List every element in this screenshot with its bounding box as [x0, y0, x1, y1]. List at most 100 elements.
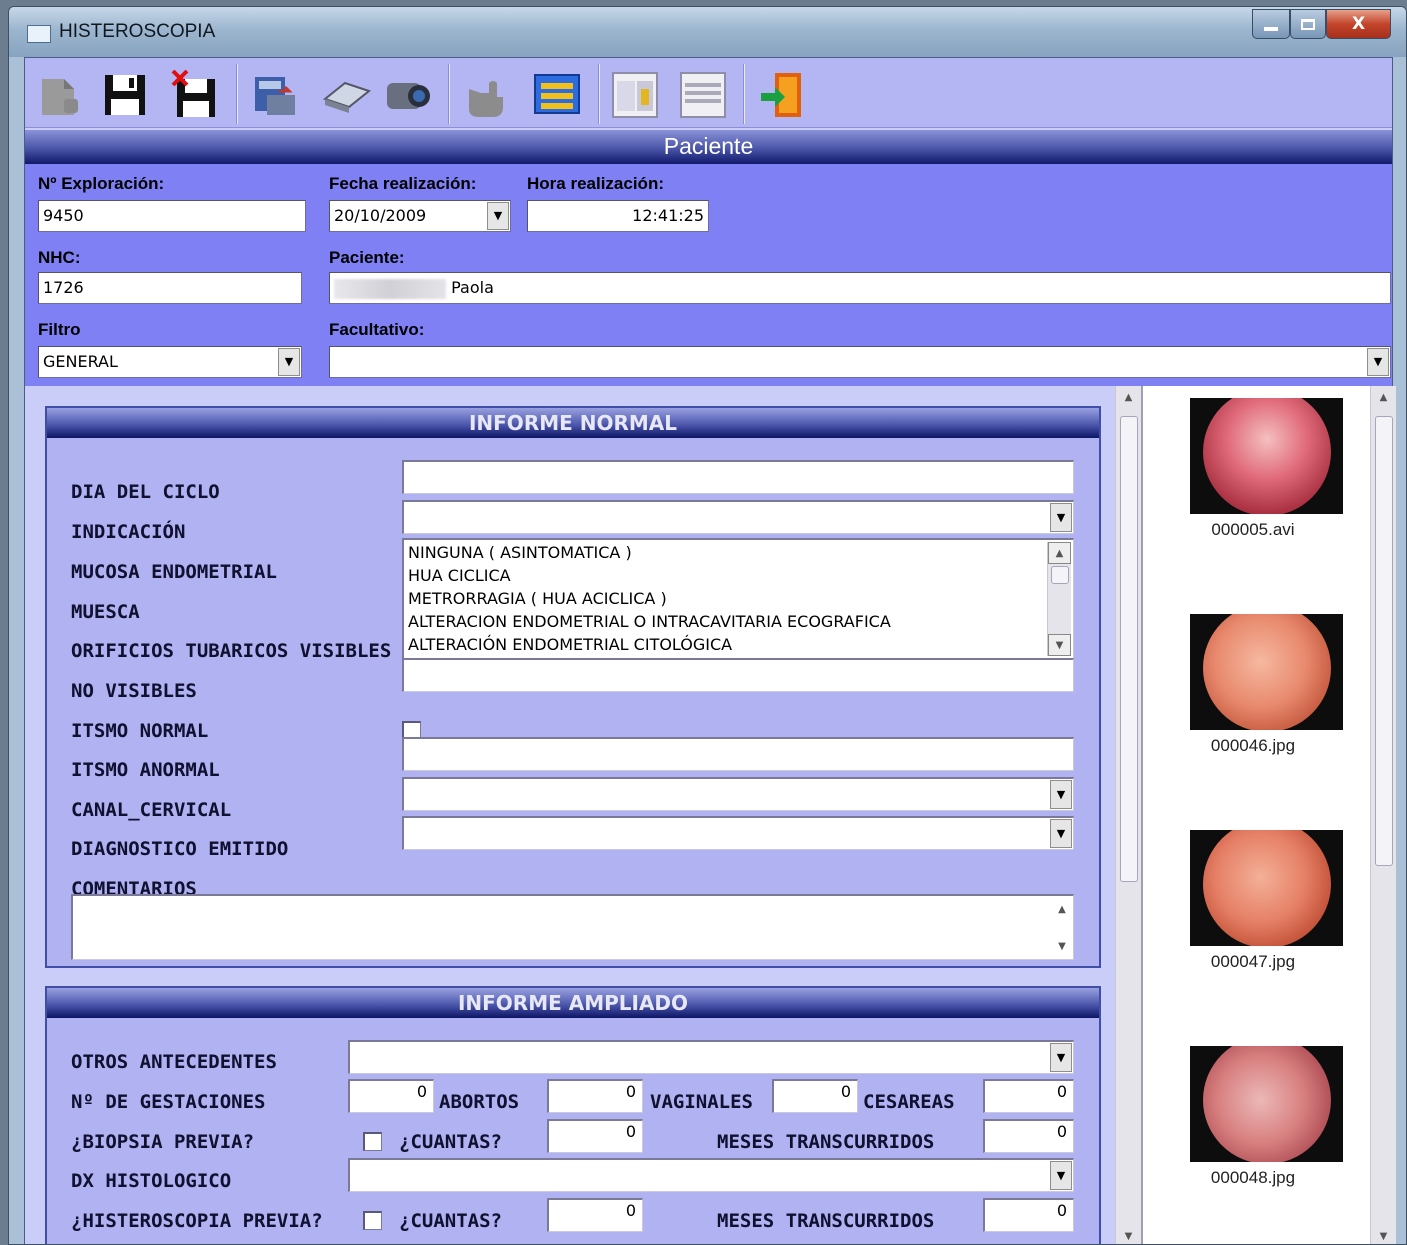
indicacion-label: INDICACIÓN — [71, 521, 186, 543]
fecha-picker[interactable]: 20/10/2009 ▼ — [329, 200, 511, 232]
chevron-up-icon[interactable]: ▲ — [1116, 386, 1141, 408]
new-button[interactable] — [30, 68, 90, 122]
window-list-button[interactable] — [673, 68, 733, 122]
nhc-field[interactable]: 1726 — [38, 272, 302, 304]
media-thumbnail[interactable] — [1190, 1046, 1343, 1162]
maximize-button[interactable] — [1290, 9, 1326, 39]
filtro-select[interactable]: GENERAL ▼ — [38, 346, 302, 378]
title-bar[interactable]: HISTEROSCOPIA X — [9, 7, 1406, 57]
list-scrollbar[interactable]: ▲ ▼ — [1047, 542, 1071, 656]
no-visibles-field[interactable] — [402, 658, 1074, 692]
chevron-down-icon[interactable]: ▼ — [1050, 1161, 1072, 1190]
window-tile-button[interactable] — [605, 68, 665, 122]
chevron-down-icon[interactable]: ▼ — [1051, 935, 1073, 957]
chevron-down-icon[interactable]: ▼ — [1050, 780, 1072, 809]
list-item[interactable]: METRORRAGIA ( HUA ACICLICA ) — [408, 587, 891, 610]
scanner-button[interactable] — [317, 68, 377, 122]
main-content: Paciente Nº Exploración: 9450 Fecha real… — [24, 57, 1396, 1244]
dx-histologico-select[interactable]: ▼ — [348, 1158, 1074, 1192]
toolbar-separator — [598, 64, 600, 124]
hand-button[interactable] — [455, 68, 515, 122]
list-item[interactable]: NINGUNA ( ASINTOMATICA ) — [408, 541, 891, 564]
hysteroscopy-image — [1203, 614, 1331, 730]
otros-antecedentes-select[interactable]: ▼ — [348, 1040, 1074, 1074]
biopsia-cuantas-field[interactable]: 0 — [547, 1119, 643, 1153]
gallery-scrollbar[interactable]: ▲ ▼ — [1370, 386, 1396, 1244]
exit-door-icon — [761, 73, 801, 117]
hist-cuantas-field[interactable]: 0 — [547, 1198, 643, 1232]
media-thumbnail[interactable] — [1190, 614, 1343, 730]
media-thumbnail[interactable] — [1190, 398, 1343, 514]
biopsia-meses-field[interactable]: 0 — [983, 1119, 1074, 1153]
patient-surname-redacted — [334, 278, 446, 299]
close-button[interactable]: X — [1326, 9, 1391, 39]
diagnostico-select[interactable]: ▼ — [402, 816, 1074, 850]
report-scroll-area[interactable]: INFORME NORMAL DIA DEL CICLO INDICACIÓN … — [25, 386, 1115, 1244]
facultativo-select[interactable]: ▼ — [329, 346, 1391, 378]
chevron-down-icon[interactable]: ▼ — [1371, 1225, 1396, 1244]
chevron-down-icon[interactable]: ▼ — [1050, 819, 1072, 848]
gallery-scroll-thumb[interactable] — [1375, 416, 1393, 866]
save-cancel-icon — [171, 69, 215, 117]
exploracion-field[interactable]: 9450 — [38, 200, 306, 232]
chevron-up-icon[interactable]: ▲ — [1048, 542, 1071, 564]
window-app-icon — [27, 25, 51, 43]
report-scroll-thumb[interactable] — [1120, 416, 1138, 882]
media-thumbnail[interactable] — [1190, 830, 1343, 946]
hysteroscopy-image — [1203, 398, 1331, 514]
chevron-up-icon[interactable]: ▲ — [1051, 898, 1073, 920]
dx-histologico-label: DX HISTOLOGICO — [71, 1170, 232, 1192]
itsmo-anormal-field[interactable] — [402, 737, 1074, 771]
chevron-down-icon[interactable]: ▼ — [487, 202, 509, 230]
media-filename: 000048.jpg — [1210, 1168, 1296, 1187]
chevron-down-icon[interactable]: ▼ — [1050, 503, 1072, 532]
cesareas-field[interactable]: 0 — [983, 1079, 1074, 1113]
indicacion-select[interactable]: ▼ — [402, 500, 1074, 534]
scanner-icon — [322, 81, 372, 113]
comentarios-textarea[interactable]: ▲ ▼ — [71, 894, 1074, 960]
list-item[interactable]: HUA CICLICA — [408, 564, 891, 587]
informe-normal-title: INFORME NORMAL — [47, 408, 1099, 438]
media-filename: 000005.avi — [1211, 520, 1295, 539]
chevron-up-icon[interactable]: ▲ — [1371, 386, 1396, 408]
list-item[interactable]: ALTERACIÓN ENDOMETRIAL CITOLÓGICA — [408, 633, 891, 656]
indicacion-options-list[interactable]: NINGUNA ( ASINTOMATICA ) HUA CICLICA MET… — [402, 538, 1074, 660]
minimize-button[interactable] — [1252, 9, 1290, 39]
filtro-value: GENERAL — [43, 352, 118, 371]
biopsia-checkbox[interactable] — [363, 1132, 382, 1151]
comentarios-scrollbar[interactable]: ▲ ▼ — [1051, 896, 1073, 959]
paciente-field[interactable]: Paola — [329, 272, 1391, 304]
dia-ciclo-field[interactable] — [402, 460, 1074, 494]
hora-field[interactable]: 12:41:25 — [527, 200, 709, 232]
save-icon — [105, 75, 145, 115]
list-scroll-thumb[interactable] — [1051, 566, 1069, 584]
itsmo-anormal-label: ITSMO ANORMAL — [71, 759, 220, 781]
vaginales-field[interactable]: 0 — [772, 1079, 858, 1113]
gestaciones-field[interactable]: 0 — [348, 1079, 434, 1113]
list-item[interactable]: ALTERACION ENDOMETRIAL O INTRACAVITARIA … — [408, 610, 891, 633]
window-tile-icon — [612, 72, 658, 118]
exit-button[interactable] — [753, 68, 813, 122]
export-button[interactable] — [245, 68, 305, 122]
chevron-down-icon[interactable]: ▼ — [1048, 634, 1071, 656]
abortos-label: ABORTOS — [439, 1091, 520, 1113]
chevron-down-icon[interactable]: ▼ — [1367, 348, 1389, 376]
hist-meses-field[interactable]: 0 — [983, 1198, 1074, 1232]
chevron-down-icon[interactable]: ▼ — [1050, 1043, 1072, 1072]
form-button[interactable] — [527, 68, 587, 122]
orificios-label: ORIFICIOS TUBARICOS VISIBLES — [71, 640, 392, 662]
informe-normal-panel: INFORME NORMAL DIA DEL CICLO INDICACIÓN … — [45, 406, 1101, 968]
histeroscopia-previa-checkbox[interactable] — [363, 1211, 382, 1230]
chevron-down-icon[interactable]: ▼ — [278, 348, 300, 376]
chevron-down-icon[interactable]: ▼ — [1116, 1225, 1141, 1244]
camera-button[interactable] — [377, 68, 437, 122]
save-cancel-button[interactable] — [165, 68, 225, 122]
report-scrollbar[interactable]: ▲ ▼ — [1115, 386, 1141, 1244]
window-list-icon — [680, 72, 726, 118]
abortos-field[interactable]: 0 — [547, 1079, 643, 1113]
media-filename: 000047.jpg — [1210, 952, 1296, 971]
app-window: HISTEROSCOPIA X Paciente Nº Exploración:… — [8, 6, 1407, 1245]
exploracion-label: Nº Exploración: — [38, 174, 165, 193]
canal-cervical-select[interactable]: ▼ — [402, 777, 1074, 811]
save-button[interactable] — [95, 68, 155, 122]
